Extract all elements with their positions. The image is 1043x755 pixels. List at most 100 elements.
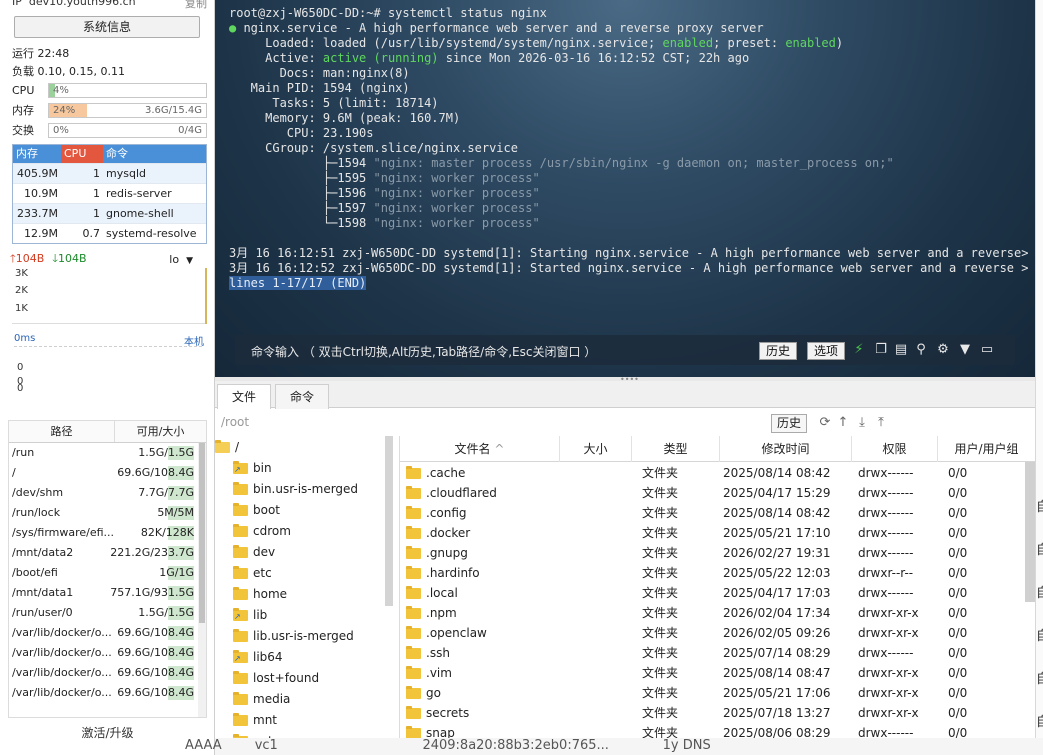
file-row[interactable]: .config 文件夹 2025/08/14 08:42 drwx------ 0/0 <box>400 503 1035 523</box>
terminal-line: └─1598 "nginx: worker process" <box>229 216 540 230</box>
gear-icon[interactable]: ⚙ <box>935 342 951 358</box>
column-header[interactable]: 修改时间 <box>720 436 852 462</box>
file-owner: 0/0 <box>948 586 968 600</box>
command-options-button[interactable]: 选项 <box>807 342 846 360</box>
tree-item[interactable]: home <box>233 585 287 603</box>
disk-row[interactable]: /var/lib/docker/o... 69.6G/108.4G <box>9 623 206 643</box>
process-header-cmd[interactable]: 命令 <box>103 145 206 163</box>
disk-row[interactable]: /sys/firmware/efi... 82K/128K <box>9 523 206 543</box>
upload-icon[interactable]: ⤒ <box>873 414 889 432</box>
terminal-panel[interactable]: root@zxj-W650DC-DD:~# systemctl status n… <box>215 0 1035 377</box>
process-header-mem[interactable]: 内存 <box>13 145 61 163</box>
up-directory-icon[interactable]: ↑ <box>835 414 851 432</box>
file-row[interactable]: .npm 文件夹 2026/02/04 17:34 drwxr-xr-x 0/0 <box>400 603 1035 623</box>
window-maximize-icon[interactable]: ▭ <box>979 342 995 358</box>
file-row[interactable]: .local 文件夹 2025/04/17 17:03 drwx------ 0/0 <box>400 583 1035 603</box>
file-row[interactable]: .openclaw 文件夹 2026/02/05 09:26 drwxr-xr-x 0/… <box>400 623 1035 643</box>
current-path-input[interactable]: /root <box>221 415 249 429</box>
column-header[interactable]: 大小 <box>560 436 632 462</box>
disk-row[interactable]: /var/lib/docker/o... 69.6G/108.4G <box>9 663 206 683</box>
file-name-cell: .npm <box>406 603 457 623</box>
file-row[interactable]: .gnupg 文件夹 2026/02/27 19:31 drwx------ 0/0 <box>400 543 1035 563</box>
paste-icon[interactable]: ▤ <box>893 342 909 358</box>
disk-path: /var/lib/docker/o... <box>12 686 112 699</box>
disk-row[interactable]: /mnt/data2 221.2G/233.7G <box>9 543 206 563</box>
meter-percent: 4% <box>53 84 69 96</box>
disk-size: 82K/128K <box>115 523 206 543</box>
refresh-icon[interactable]: ⟳ <box>817 414 833 432</box>
disk-row[interactable]: /var/lib/docker/o... 69.6G/108.4G <box>9 643 206 663</box>
tree-item[interactable]: media <box>233 690 290 708</box>
process-header-cpu[interactable]: CPU <box>61 145 103 163</box>
tree-item[interactable]: dev <box>233 543 275 561</box>
download-icon[interactable]: ⤓ <box>854 414 870 432</box>
file-name-cell: .hardinfo <box>406 563 480 583</box>
disk-row[interactable]: /run/user/0 1.5G/1.5G <box>9 603 206 623</box>
system-info-button[interactable]: 系统信息 <box>14 16 200 38</box>
tree-item[interactable]: lib.usr-is-merged <box>233 627 354 645</box>
tab-commands[interactable]: 命令 <box>275 384 330 409</box>
file-row[interactable]: secrets 文件夹 2025/07/18 13:27 drwxr-xr-x 0/0 <box>400 703 1035 723</box>
tree-item[interactable]: lib <box>233 606 267 626</box>
ip-value[interactable]: dev10.youth996.cn <box>29 0 136 8</box>
copy-ip-link[interactable]: 复制 <box>185 0 207 11</box>
column-header[interactable]: 文件名 ^ <box>400 436 560 462</box>
file-mtime: 2026/02/04 17:34 <box>723 606 831 620</box>
tree-item[interactable]: boot <box>233 501 280 519</box>
meter-label: 交换 <box>12 124 34 137</box>
command-input-hint[interactable]: 命令输入 （ 双击Ctrl切换,Alt历史,Tab路径/命令,Esc关闭窗口 ） <box>251 343 596 360</box>
process-row[interactable]: 233.7M 1 gnome-shell <box>13 203 206 223</box>
tree-item[interactable]: mnt <box>233 711 277 729</box>
disk-row[interactable]: /mnt/data1 757.1G/931.5G <box>9 583 206 603</box>
copy-icon[interactable]: ❐ <box>873 342 889 358</box>
disk-path: /mnt/data2 <box>12 546 74 559</box>
file-row[interactable]: .vim 文件夹 2025/08/14 08:47 drwxr-xr-x 0/0 <box>400 663 1035 683</box>
tree-item[interactable]: lib64 <box>233 648 283 668</box>
directory-tree-scrollbar[interactable] <box>385 436 393 606</box>
path-history-button[interactable]: 历史 <box>771 414 808 433</box>
tree-item-label: cdrom <box>253 524 291 538</box>
tree-item[interactable]: / <box>215 438 239 456</box>
lightning-icon[interactable]: ⚡ <box>851 342 867 358</box>
tree-item[interactable]: bin <box>233 459 272 479</box>
file-list-scrollbar[interactable] <box>1025 462 1035 602</box>
folder-icon <box>233 691 248 705</box>
file-row[interactable]: go 文件夹 2025/05/21 17:06 drwxr-xr-x 0/0 <box>400 683 1035 703</box>
disk-size-text: 5M/5M <box>157 506 194 519</box>
process-row[interactable]: 12.9M 0.7 systemd-resolve <box>13 223 206 243</box>
command-history-button[interactable]: 历史 <box>759 342 798 360</box>
file-row[interactable]: .docker 文件夹 2025/05/21 17:10 drwx------ 0/0 <box>400 523 1035 543</box>
file-name: .ssh <box>426 646 450 660</box>
terminal-output[interactable]: root@zxj-W650DC-DD:~# systemctl status n… <box>229 6 1028 291</box>
column-header[interactable]: 类型 <box>632 436 720 462</box>
disk-row[interactable]: /run 1.5G/1.5G <box>9 443 206 463</box>
tree-item[interactable]: etc <box>233 564 272 582</box>
disk-row[interactable]: /var/lib/docker/o... 69.6G/108.4G <box>9 683 206 703</box>
disk-header-size[interactable]: 可用/大小 <box>115 421 206 442</box>
folder-icon <box>406 485 421 499</box>
disk-header-path[interactable]: 路径 <box>9 421 115 442</box>
disk-path: /var/lib/docker/o... <box>12 646 112 659</box>
tree-item[interactable]: cdrom <box>233 522 291 540</box>
process-row[interactable]: 405.9M 1 mysqld <box>13 163 206 183</box>
tab-files[interactable]: 文件 <box>217 384 272 409</box>
command-input-bar[interactable]: 命令输入 （ 双击Ctrl切换,Alt历史,Tab路径/命令,Esc关闭窗口 ）… <box>235 335 1015 365</box>
disk-row[interactable]: / 69.6G/108.4G <box>9 463 206 483</box>
file-row[interactable]: .hardinfo 文件夹 2025/05/22 12:03 drwxr--r-- 0/… <box>400 563 1035 583</box>
disk-row[interactable]: /boot/efi 1G/1G <box>9 563 206 583</box>
chevron-down-icon[interactable]: ▼ <box>957 342 973 358</box>
disk-row[interactable]: /run/lock 5M/5M <box>9 503 206 523</box>
column-header[interactable]: 用户/用户组 <box>938 436 1035 462</box>
file-row[interactable]: .cache 文件夹 2025/08/14 08:42 drwx------ 0/0 <box>400 463 1035 483</box>
tree-item[interactable]: lost+found <box>233 669 319 687</box>
file-row[interactable]: .ssh 文件夹 2025/07/14 08:29 drwx------ 0/0 <box>400 643 1035 663</box>
disk-table-scrollbar[interactable] <box>198 443 206 717</box>
tree-item[interactable]: bin.usr-is-merged <box>233 480 358 498</box>
column-header[interactable]: 权限 <box>852 436 938 462</box>
search-icon[interactable]: ⚲ <box>913 342 929 358</box>
process-row[interactable]: 10.9M 1 redis-server <box>13 183 206 203</box>
file-row[interactable]: .cloudflared 文件夹 2025/04/17 15:29 drwx-----… <box>400 483 1035 503</box>
activate-upgrade-link[interactable]: 激活/升级 <box>0 724 215 741</box>
network-interface-select[interactable]: lo ▼ <box>169 253 193 266</box>
disk-row[interactable]: /dev/shm 7.7G/7.7G <box>9 483 206 503</box>
